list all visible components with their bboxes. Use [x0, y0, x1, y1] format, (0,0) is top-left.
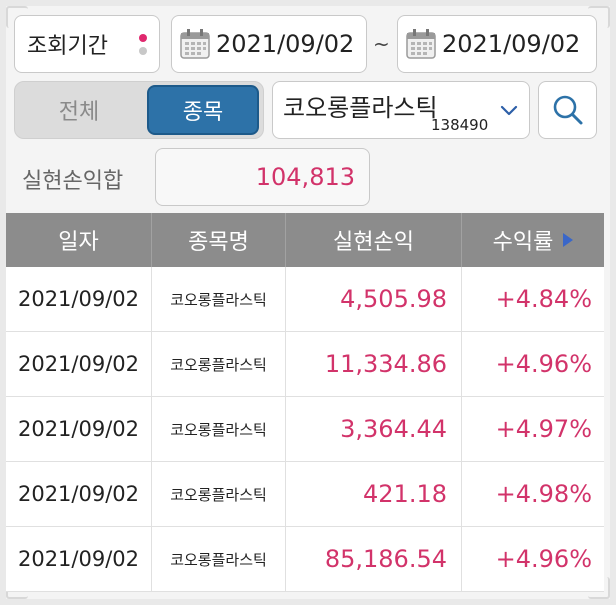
cell-profit: 11,334.86: [286, 332, 462, 396]
cell-rate: +4.84%: [495, 285, 592, 313]
cell-date: 2021/09/02: [6, 397, 152, 461]
cell-profit: 85,186.54: [286, 527, 462, 591]
cell-name: 코오롱플라스틱: [152, 267, 286, 331]
table-row[interactable]: 2021/09/02 코오롱플라스틱 85,186.54 +4.96%: [6, 527, 604, 592]
cell-rate: +4.96%: [495, 350, 592, 378]
column-header-rate[interactable]: 수익률: [462, 213, 604, 267]
cell-rate: +4.98%: [495, 480, 592, 508]
next-column-arrow-icon[interactable]: [563, 233, 574, 247]
date-to-button[interactable]: 2021/09/02: [397, 15, 597, 73]
table-row[interactable]: 2021/09/02 코오롱플라스틱 11,334.86 +4.96%: [6, 332, 604, 397]
active-dot: [139, 34, 147, 42]
chevron-down-icon: [500, 105, 518, 116]
column-header-name: 종목명: [152, 213, 286, 267]
calendar-icon: [406, 29, 436, 59]
segment-stock-tab[interactable]: 종목: [147, 85, 259, 135]
cell-profit: 421.18: [286, 462, 462, 526]
search-icon: [553, 95, 582, 125]
date-separator: ~: [373, 32, 390, 56]
realized-profit-total-amount: 104,813: [255, 163, 355, 191]
cell-name: 코오롱플라스틱: [152, 527, 286, 591]
period-selector[interactable]: 조회기간: [14, 15, 160, 73]
inactive-dot: [139, 47, 147, 55]
cell-profit: 3,364.44: [286, 397, 462, 461]
realized-profit-total-label: 실현손익합: [22, 169, 124, 194]
cell-date: 2021/09/02: [6, 332, 152, 396]
realized-profit-total-value: 104,813: [155, 148, 370, 206]
cell-name: 코오롱플라스틱: [152, 462, 286, 526]
period-indicator-dots: [139, 34, 147, 60]
table-row[interactable]: 2021/09/02 코오롱플라스틱 3,364.44 +4.97%: [6, 397, 604, 462]
cell-date: 2021/09/02: [6, 462, 152, 526]
stock-dropdown[interactable]: 코오롱플라스틱 138490: [272, 81, 530, 139]
cell-date: 2021/09/02: [6, 267, 152, 331]
table-row[interactable]: 2021/09/02 코오롱플라스틱 4,505.98 +4.84%: [6, 267, 604, 332]
column-header-date: 일자: [6, 213, 152, 267]
search-button[interactable]: [538, 81, 597, 139]
calendar-icon: [180, 29, 210, 59]
profit-table: 일자 종목명 실현손익 수익률 2021/09/02 코오롱플라스틱 4,505…: [6, 213, 604, 592]
cell-profit: 4,505.98: [286, 267, 462, 331]
stock-name: 코오롱플라스틱: [283, 94, 438, 122]
date-to-value: 2021/09/02: [442, 30, 581, 58]
stock-code: 138490: [431, 116, 489, 134]
segment-all-tab[interactable]: 전체: [15, 82, 143, 138]
table-row[interactable]: 2021/09/02 코오롱플라스틱 421.18 +4.98%: [6, 462, 604, 527]
cell-date: 2021/09/02: [6, 527, 152, 591]
cell-name: 코오롱플라스틱: [152, 332, 286, 396]
cell-name: 코오롱플라스틱: [152, 397, 286, 461]
cell-rate: +4.96%: [495, 545, 592, 573]
date-from-button[interactable]: 2021/09/02: [171, 15, 367, 73]
period-label: 조회기간: [27, 34, 108, 59]
table-header: 일자 종목명 실현손익 수익률: [6, 213, 604, 267]
cell-rate: +4.97%: [495, 415, 592, 443]
column-header-profit: 실현손익: [286, 213, 462, 267]
date-from-value: 2021/09/02: [216, 30, 355, 58]
view-segment-control: 전체 종목: [14, 81, 264, 139]
